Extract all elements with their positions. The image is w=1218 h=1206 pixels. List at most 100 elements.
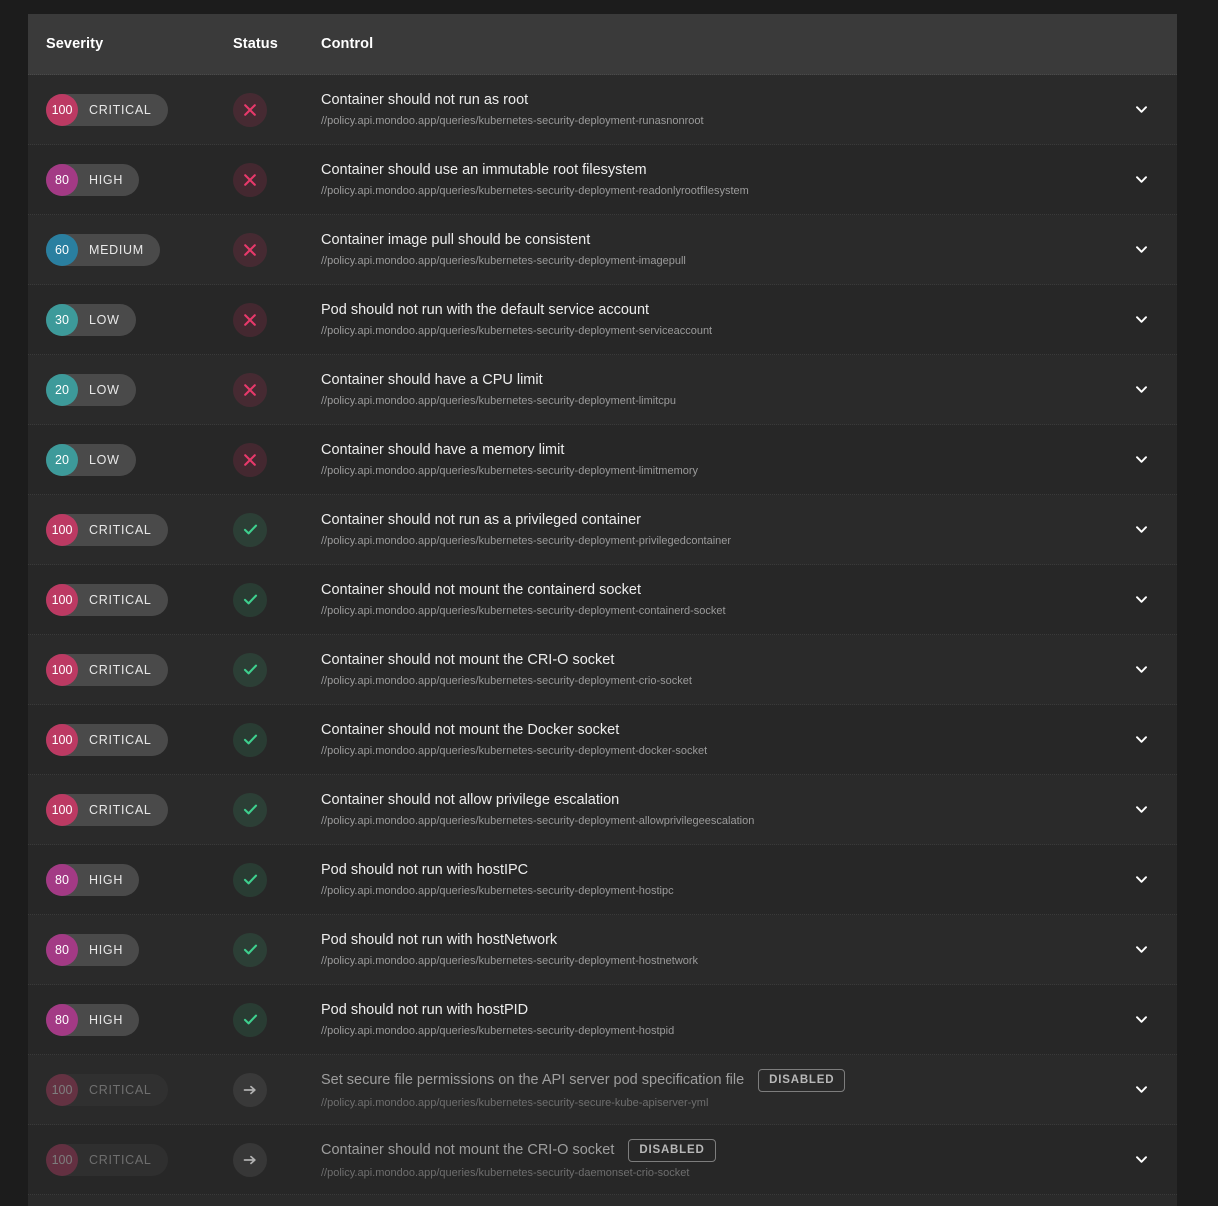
chevron-down-icon[interactable] [1133,1151,1150,1168]
severity-score: 100 [46,794,78,826]
table-row[interactable]: 60MEDIUMContainer image pull should be c… [28,215,1177,285]
control-title: Container image pull should be consisten… [321,231,590,250]
status-skipped-arrow-icon [233,1073,267,1107]
severity-badge: 100CRITICAL [46,654,168,686]
chevron-down-icon[interactable] [1133,731,1150,748]
chevron-down-icon[interactable] [1133,661,1150,678]
chevron-down-icon[interactable] [1133,381,1150,398]
chevron-down-icon[interactable] [1133,941,1150,958]
cell-status [233,373,321,407]
table-row[interactable]: 20LOWContainer should have a CPU limit//… [28,355,1177,425]
severity-badge: 100CRITICAL [46,724,168,756]
cell-status [233,1003,321,1037]
control-title: Pod should not run with hostNetwork [321,931,557,950]
row-expand-toggle[interactable] [1105,1081,1177,1098]
severity-badge: 20LOW [46,374,136,406]
severity-label: MEDIUM [78,243,144,257]
row-expand-toggle[interactable] [1105,1011,1177,1028]
row-expand-toggle[interactable] [1105,101,1177,118]
control-title-line: Container should not mount the container… [321,581,1089,600]
control-query-uid: //policy.api.mondoo.app/queries/kubernet… [321,184,1089,199]
control-title: Container should not mount the CRI-O soc… [321,1141,614,1160]
table-row[interactable]: 100CRITICALContainer should not mount th… [28,565,1177,635]
table-row[interactable]: 80HIGHContainer should use an immutable … [28,145,1177,215]
row-expand-toggle[interactable] [1105,941,1177,958]
cell-severity: 100CRITICAL [28,724,233,756]
severity-label: CRITICAL [78,103,152,117]
control-title: Container should not mount the Docker so… [321,721,619,740]
status-fail-icon [233,303,267,337]
row-expand-toggle[interactable] [1105,521,1177,538]
table-row[interactable]: 100CRITICAL Container should not mount th… [28,705,1177,775]
cell-status [233,723,321,757]
cell-severity: 20LOW [28,444,233,476]
severity-label: CRITICAL [78,803,152,817]
severity-badge: 20LOW [46,444,136,476]
row-expand-toggle[interactable] [1105,381,1177,398]
table-row[interactable]: 80HIGHPod should not run with hostIPC//p… [28,845,1177,915]
chevron-down-icon[interactable] [1133,1011,1150,1028]
cell-status [233,233,321,267]
chevron-down-icon[interactable] [1133,171,1150,188]
control-title-line: Pod should not run with hostPID [321,1001,1089,1020]
cell-control: Container should not mount the Docker so… [321,721,1105,759]
chevron-down-icon[interactable] [1133,521,1150,538]
table-row[interactable]: 30LOWPod should not run with the default… [28,285,1177,355]
table-row[interactable]: 80HIGH Pod should not run with hostPID//p… [28,985,1177,1055]
chevron-down-icon[interactable] [1133,101,1150,118]
cell-status [233,513,321,547]
row-expand-toggle[interactable] [1105,451,1177,468]
cell-severity: 100CRITICAL [28,1074,233,1106]
chevron-down-icon[interactable] [1133,311,1150,328]
chevron-down-icon[interactable] [1133,1081,1150,1098]
table-row[interactable]: 100CRITICAL Container should not mount th… [28,635,1177,705]
chevron-down-icon[interactable] [1133,451,1150,468]
column-header-control: Control [321,36,1177,52]
severity-label: HIGH [78,1013,123,1027]
chevron-down-icon[interactable] [1133,801,1150,818]
row-expand-toggle[interactable] [1105,871,1177,888]
table-row[interactable]: 100CRITICALSet secure file permissions o… [28,1055,1177,1125]
control-query-uid: //policy.api.mondoo.app/queries/kubernet… [321,394,1089,409]
severity-score: 80 [46,1004,78,1036]
severity-label: LOW [78,453,120,467]
control-title-line: Pod should not run with hostIPC [321,861,1089,880]
row-expand-toggle[interactable] [1105,1151,1177,1168]
control-title-line: Container should not mount the CRI-O soc… [321,651,1089,670]
row-expand-toggle[interactable] [1105,801,1177,818]
cell-status [233,933,321,967]
row-expand-toggle[interactable] [1105,311,1177,328]
table-row[interactable]: 100CRITICALContainer should not run as r… [28,75,1177,145]
control-query-uid: //policy.api.mondoo.app/queries/kubernet… [321,464,1089,479]
chevron-down-icon[interactable] [1133,871,1150,888]
cell-control: Container should not run as a privileged… [321,511,1105,549]
table-row[interactable]: 100CRITICAL Container should not mount th… [28,1125,1177,1195]
row-expand-toggle[interactable] [1105,731,1177,748]
table-row[interactable]: 20LOWContainer should have a memory limi… [28,425,1177,495]
row-expand-toggle[interactable] [1105,171,1177,188]
cell-severity: 100CRITICAL [28,514,233,546]
severity-badge: 100CRITICAL [46,514,168,546]
chevron-down-icon[interactable] [1133,591,1150,608]
severity-score: 20 [46,374,78,406]
status-fail-icon [233,163,267,197]
cell-control: Pod should not run with hostPID//policy.… [321,1001,1105,1039]
cell-severity: 100CRITICAL [28,794,233,826]
control-title: Pod should not run with the default serv… [321,301,649,320]
control-title-line: Container should not run as a privileged… [321,511,1089,530]
table-row[interactable]: 100CRITICAL Container should not run as a… [28,495,1177,565]
row-expand-toggle[interactable] [1105,241,1177,258]
cell-status [233,1073,321,1107]
severity-label: LOW [78,383,120,397]
row-expand-toggle[interactable] [1105,591,1177,608]
row-expand-toggle[interactable] [1105,661,1177,678]
control-query-uid: //policy.api.mondoo.app/queries/kubernet… [321,324,1089,339]
chevron-down-icon[interactable] [1133,241,1150,258]
cell-control: Container should not run as root//policy… [321,91,1105,129]
severity-badge: 100CRITICAL [46,1144,168,1176]
table-row[interactable]: 80HIGHPod should not run with hostNetwor… [28,915,1177,985]
control-title-line: Container image pull should be consisten… [321,231,1089,250]
table-row[interactable]: 100CRITICALContainer should not allow pr… [28,775,1177,845]
severity-label: CRITICAL [78,523,152,537]
cell-status [233,793,321,827]
